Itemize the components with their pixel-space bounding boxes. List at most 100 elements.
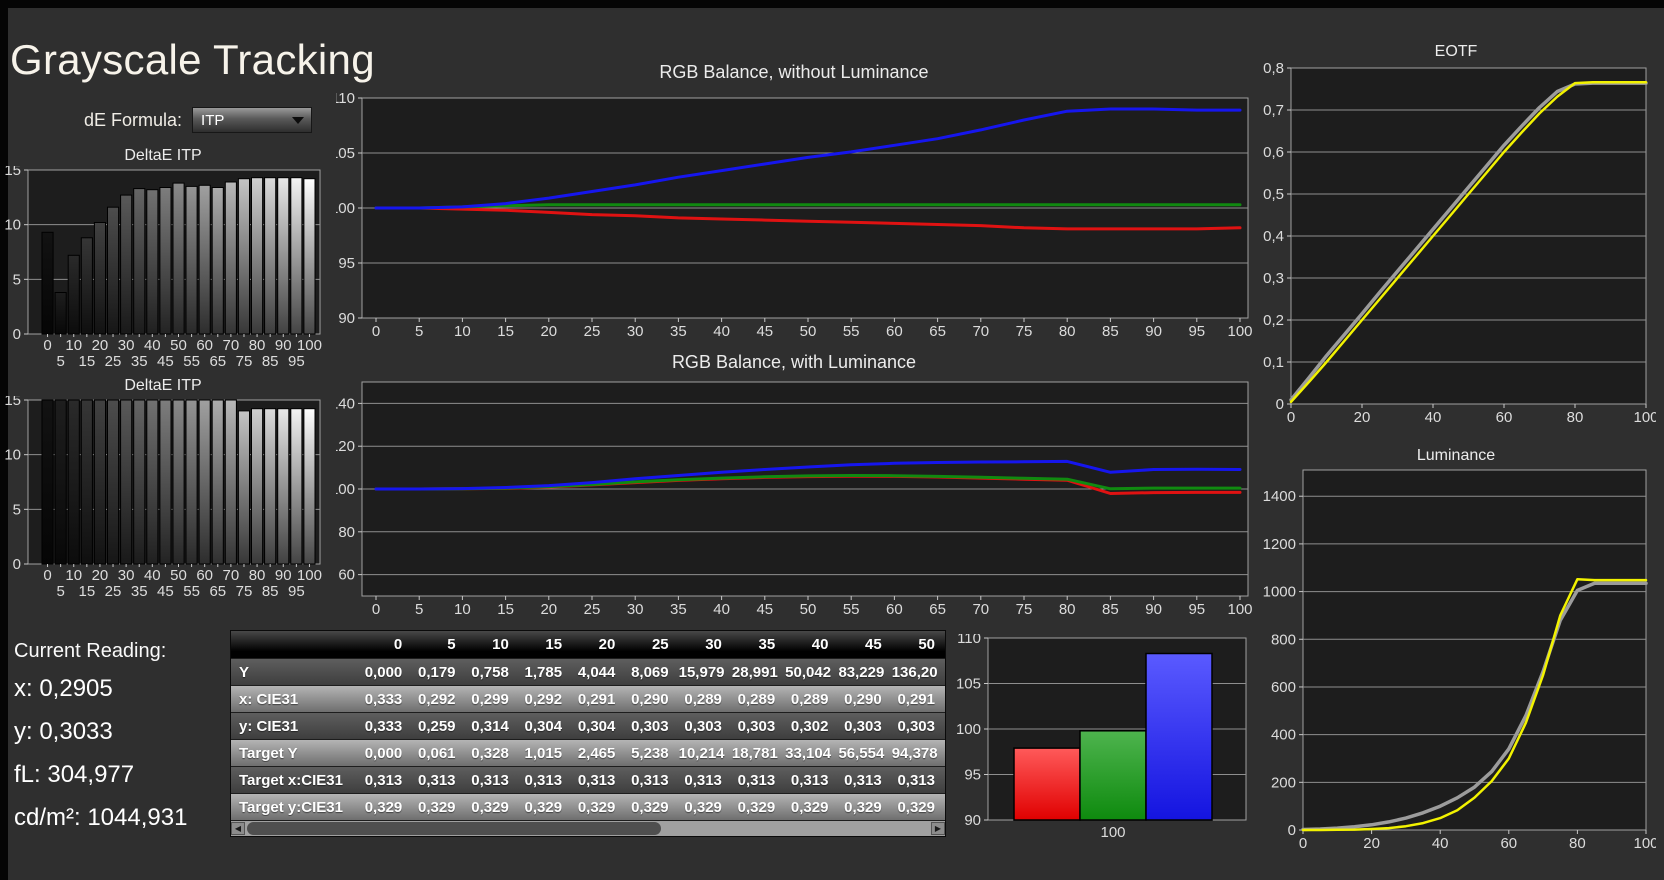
axis-tick-label: 15	[497, 601, 514, 618]
chart-title: DeltaE ITP	[2, 146, 324, 166]
eotf-plot: 00,10,20,30,40,50,60,70,8020406080100	[1256, 62, 1656, 442]
table-row: Target y:CIE310,3290,3290,3290,3290,3290…	[231, 794, 945, 821]
deltae-bar	[121, 195, 132, 334]
scrollbar-thumb[interactable]	[247, 822, 661, 835]
table-cell: 33,104	[785, 745, 838, 762]
table-cell: 0,289	[732, 691, 785, 708]
deltae-chart-1: DeltaE ITP 05101501020304050607080901005…	[2, 146, 324, 374]
table-cell: 0,329	[679, 799, 732, 816]
row-label: Target y:CIE31	[231, 799, 359, 816]
table-cell: 4,044	[572, 664, 625, 681]
axis-tick-label: 70	[223, 567, 240, 584]
table-cell: 30	[679, 636, 732, 653]
axis-tick-label: 10	[454, 323, 471, 340]
axis-tick-label: 35	[131, 353, 148, 370]
table-cell: 0,303	[625, 718, 678, 735]
table-cell: 0,313	[679, 772, 732, 789]
axis-tick-label: 95	[288, 583, 305, 600]
axis-tick-label: 100	[1227, 323, 1252, 340]
table-cell: 8,069	[625, 664, 678, 681]
eotf-chart: EOTF 00,10,20,30,40,50,60,70,80204060801…	[1256, 42, 1656, 442]
table-cell: 1,015	[519, 745, 572, 762]
deltae-bar	[42, 400, 53, 564]
deltae-bar	[108, 207, 119, 334]
table-cell: 0,329	[359, 799, 412, 816]
axis-tick-label: 80	[1059, 601, 1076, 618]
axis-tick-label: 0,4	[1263, 228, 1284, 245]
axis-tick-label: 90	[275, 337, 292, 354]
axis-tick-label: 0,2	[1263, 312, 1284, 329]
table-cell: 0,302	[785, 718, 838, 735]
de-formula-row: dE Formula: ITP	[84, 106, 312, 134]
deltae-bar	[160, 400, 171, 564]
axis-tick-label: 15	[4, 166, 21, 179]
row-label: Target Y	[231, 745, 359, 762]
axis-tick-label: 0	[1287, 409, 1295, 426]
de-formula-dropdown[interactable]: ITP	[192, 107, 312, 133]
deltae-bar	[55, 293, 66, 335]
table-cell: 0,061	[412, 745, 465, 762]
axis-tick-label: 55	[843, 601, 860, 618]
table-cell: 56,554	[838, 745, 891, 762]
table-cell: 0,313	[466, 772, 519, 789]
axis-tick-label: 0	[43, 337, 51, 354]
axis-tick-label: 65	[929, 323, 946, 340]
axis-tick-label: 30	[118, 337, 135, 354]
axis-tick-label: 100	[956, 721, 981, 738]
axis-tick-label: 40	[713, 323, 730, 340]
axis-tick-label: 25	[584, 601, 601, 618]
axis-tick-label: 40	[713, 601, 730, 618]
axis-tick-label: 0,6	[1263, 144, 1284, 161]
axis-tick-label: 1400	[1263, 488, 1296, 505]
table-cell: 0,313	[732, 772, 785, 789]
table-scrollbar[interactable]: ◀ ▶	[231, 821, 945, 836]
reading-y: y: 0,3033	[14, 718, 234, 746]
axis-tick-label: 65	[209, 353, 226, 370]
axis-tick-label: 100	[1100, 824, 1125, 841]
table-cell: 15,979	[679, 664, 732, 681]
deltae-bar	[291, 409, 302, 564]
table-cell: 45	[838, 636, 891, 653]
axis-tick-label: 0,8	[1263, 62, 1284, 77]
table-cell: 0,329	[892, 799, 945, 816]
scroll-left-button[interactable]: ◀	[231, 822, 245, 835]
axis-tick-label: 5	[56, 353, 64, 370]
table-cell: 0,329	[732, 799, 785, 816]
table-cell: 0,289	[785, 691, 838, 708]
deltae-bar	[173, 400, 184, 564]
table-cell: 0,313	[412, 772, 465, 789]
axis-tick-label: 55	[183, 583, 200, 600]
table-cell: 40	[785, 636, 838, 653]
row-label: y: CIE31	[231, 718, 359, 735]
axis-tick-label: 45	[157, 583, 174, 600]
deltae-bar	[199, 400, 210, 564]
deltae-bar	[160, 188, 171, 335]
axis-tick-label: 80	[249, 567, 266, 584]
de-formula-label: dE Formula:	[84, 110, 182, 131]
axis-tick-label: 40	[1425, 409, 1442, 426]
measurement-table: 05101520253035404550Y0,0000,1790,7581,78…	[230, 630, 946, 837]
table-cell: 0,259	[412, 718, 465, 735]
deltae-bar	[278, 409, 289, 564]
axis-tick-label: 15	[4, 396, 21, 409]
scroll-right-button[interactable]: ▶	[931, 822, 945, 835]
rgb-balance-without-luminance-chart: RGB Balance, without Luminance 909510010…	[336, 60, 1252, 346]
table-cell: 0,291	[572, 691, 625, 708]
table-row: y: CIE310,3330,2590,3140,3040,3040,3030,…	[231, 713, 945, 740]
table-cell: 0,313	[625, 772, 678, 789]
table-cell: 50	[892, 636, 945, 653]
table-cell: 0,292	[519, 691, 572, 708]
axis-tick-label: 45	[157, 353, 174, 370]
current-reading-heading: Current Reading:	[14, 640, 234, 663]
axis-tick-label: 35	[670, 323, 687, 340]
deltae-bar	[252, 409, 263, 564]
axis-tick-label: 75	[1016, 601, 1033, 618]
axis-tick-label: 5	[415, 601, 423, 618]
luminance-chart: Luminance 020040060080010001200140002040…	[1256, 446, 1656, 864]
axis-tick-label: 600	[1271, 679, 1296, 696]
axis-tick-label: 20	[540, 323, 557, 340]
axis-tick-label: 10	[65, 337, 82, 354]
axis-tick-label: 60	[886, 601, 903, 618]
table-cell: 0	[359, 636, 412, 653]
reading-fl: fL: 304,977	[14, 761, 234, 789]
